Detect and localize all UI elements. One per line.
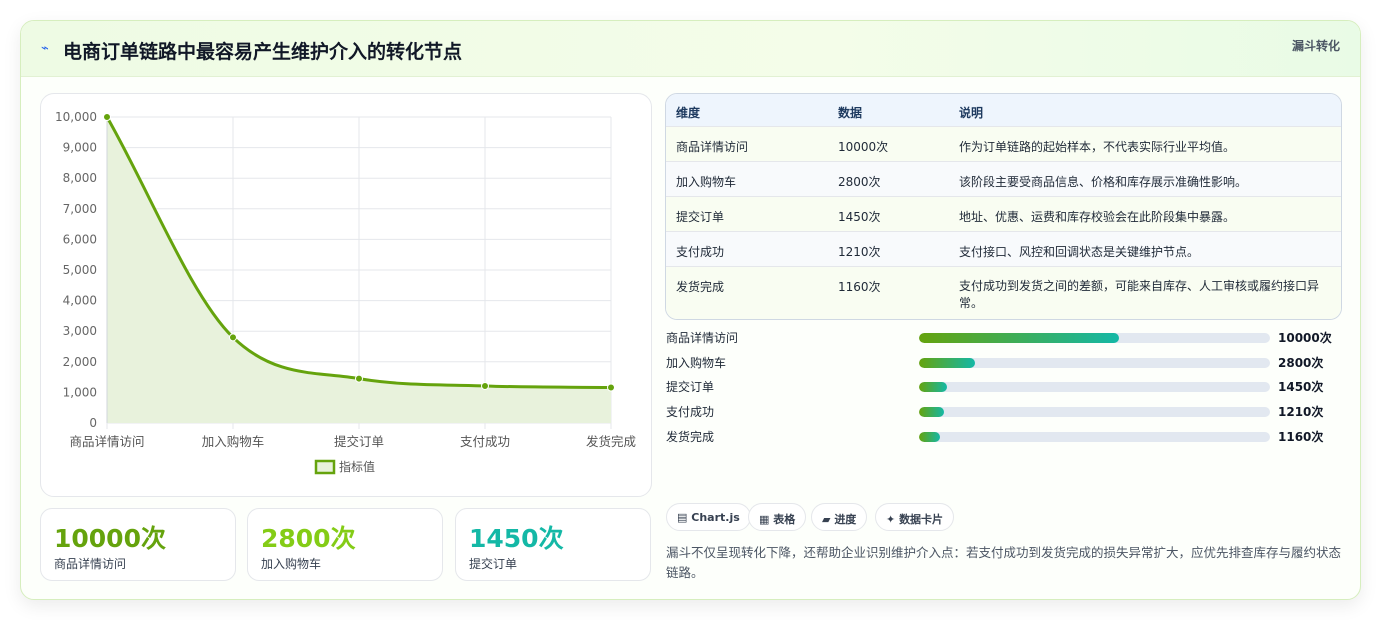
- kpi-card-2: 2800次 加入购物车: [247, 508, 443, 581]
- table-header-cell: 说明: [959, 106, 984, 120]
- progress-fill: [919, 382, 948, 393]
- x-tick-label: 发货完成: [586, 434, 636, 449]
- progress-track: [919, 431, 1270, 442]
- table-row: 商品详情访问 10000次 作为订单链路的起始样本，不代表实际行业平均值。: [666, 127, 1341, 162]
- table-cell-dim: 提交订单: [676, 210, 725, 224]
- data-point: [481, 381, 489, 390]
- progress-track: [919, 333, 1270, 343]
- progress-track: [919, 357, 1270, 368]
- pill-label: 数据卡片: [899, 513, 944, 526]
- table-tag-button[interactable]: ▦ 表格: [748, 503, 807, 531]
- chart-icon: ▤: [677, 511, 688, 524]
- legend-label: 指标值: [339, 459, 375, 474]
- kpi-value: 1450次: [469, 524, 564, 553]
- pill-label: Chart.js: [691, 511, 740, 524]
- table-header-row: 维度 数据 说明: [666, 94, 1341, 127]
- table-cell-data: 10000次: [838, 140, 889, 154]
- table-cell-dim: 加入购物车: [676, 175, 737, 189]
- progress-fill: [919, 431, 941, 442]
- table-cell-data: 1160次: [838, 280, 881, 294]
- kpi-card-1: 10000次 商品详情访问: [40, 508, 236, 581]
- table-row: 发货完成 1160次 支付成功到发货之间的差额，可能来自库存、人工审核或履约接口…: [666, 267, 1341, 319]
- progress-fill: [919, 333, 1120, 343]
- line-chart-svg: 0 1,000 2,000 3,000 4,000 5,000 6,000 7,000 8,00…: [55, 110, 636, 475]
- table-cell-desc: 该阶段主要受商品信息、价格和库存展示准确性影响。: [959, 175, 1248, 189]
- progress-value: 10000次: [1278, 331, 1332, 345]
- line-chart: 0 1,000 2,000 3,000 4,000 5,000 6,000 7,000 8,00…: [40, 93, 652, 497]
- page-title: 电商订单链路中最容易产生维护介入的转化节点: [63, 41, 463, 63]
- progress-label: 加入购物车: [666, 355, 727, 370]
- progress-value: 1210次: [1278, 405, 1324, 420]
- progress-label: 支付成功: [666, 405, 715, 420]
- data-point: [355, 374, 363, 383]
- table-cell-desc: 作为订单链路的起始样本，不代表实际行业平均值。: [959, 140, 1236, 154]
- progress-track: [919, 382, 1270, 393]
- y-tick-label: 8,000: [63, 171, 97, 185]
- progress-value: 2800次: [1278, 355, 1324, 370]
- data-table: 维度 数据 说明 商品详情访问 10000次 作为订单链路的起始样本，不代表实际…: [665, 93, 1342, 320]
- x-tick-label: 商品详情访问: [69, 434, 144, 449]
- y-tick-label: 6,000: [63, 232, 97, 246]
- y-tick-label: 10,000: [55, 110, 97, 124]
- y-tick-label: 3,000: [63, 324, 97, 338]
- legend-swatch: [314, 459, 336, 475]
- data-point: [229, 333, 237, 342]
- progress-value: 1160次: [1278, 429, 1324, 444]
- x-tick-label: 提交订单: [334, 434, 384, 449]
- table-cell-desc: 支付成功到发货之间的差额，可能来自库存、人工审核或履约接口异常。: [959, 279, 1320, 310]
- table-cell-desc: 支付接口、风控和回调状态是关键维护节点。: [959, 245, 1200, 259]
- data-point: [607, 383, 615, 392]
- funnel-card: ⌁ 电商订单链路中最容易产生维护介入的转化节点 漏斗转化 0 1,000 2,000…: [20, 20, 1361, 600]
- table-row: 支付成功 1210次 支付接口、风控和回调状态是关键维护节点。: [666, 232, 1341, 267]
- kpi-card-3: 1450次 提交订单: [455, 508, 651, 581]
- progress-fill: [919, 407, 944, 418]
- progress-label: 提交订单: [666, 380, 715, 395]
- kpi-label: 加入购物车: [261, 557, 322, 571]
- y-tick-label: 0: [89, 416, 97, 430]
- card-header: ⌁ 电商订单链路中最容易产生维护介入的转化节点 漏斗转化: [21, 21, 1360, 77]
- table-cell-desc: 地址、优惠、运费和库存校验会在此阶段集中暴露。: [959, 210, 1236, 224]
- progress-tag-button[interactable]: ▰ 进度: [811, 503, 868, 531]
- progress-label: 发货完成: [666, 429, 715, 444]
- table-cell-dim: 支付成功: [676, 245, 725, 259]
- table-cell-dim: 商品详情访问: [676, 140, 749, 154]
- kpi-value: 2800次: [261, 524, 356, 553]
- trend-line-icon: ⌁: [41, 41, 49, 56]
- y-tick-label: 9,000: [63, 141, 97, 155]
- y-tick-label: 4,000: [63, 294, 97, 308]
- table-header-cell: 数据: [838, 106, 863, 120]
- progress-value: 1450次: [1278, 380, 1324, 395]
- x-tick-label: 加入购物车: [202, 434, 265, 449]
- y-tick-label: 1,000: [63, 385, 97, 399]
- x-tick-label: 支付成功: [460, 434, 510, 449]
- table-icon: ▦: [759, 513, 770, 526]
- table-cell-dim: 发货完成: [676, 280, 725, 294]
- table-cell-data: 1210次: [838, 245, 881, 259]
- table-cell-data: 1450次: [838, 210, 881, 224]
- data-point: [103, 113, 111, 121]
- card-icon: ✦: [886, 513, 896, 526]
- progress-label: 商品详情访问: [666, 331, 739, 345]
- kpi-label: 商品详情访问: [54, 557, 127, 571]
- table-row: 加入购物车 2800次 该阶段主要受商品信息、价格和库存展示准确性影响。: [666, 162, 1341, 197]
- pill-label: 表格: [773, 513, 796, 526]
- progress-fill: [919, 357, 976, 368]
- progress-track: [919, 407, 1270, 418]
- kpi-label: 提交订单: [469, 557, 518, 571]
- table-cell-data: 2800次: [838, 175, 881, 189]
- data-card-tag-button[interactable]: ✦ 数据卡片: [875, 503, 955, 531]
- y-tick-label: 7,000: [63, 202, 97, 216]
- table-header-cell: 维度: [676, 106, 701, 120]
- category-tag: 漏斗转化: [1291, 39, 1340, 53]
- y-tick-label: 2,000: [63, 355, 97, 369]
- summary-note: 漏斗不仅呈现转化下降，还帮助企业识别维护介入点：若支付成功到发货完成的损失异常扩…: [666, 545, 1342, 580]
- table-row: 提交订单 1450次 地址、优惠、运费和库存校验会在此阶段集中暴露。: [666, 197, 1341, 232]
- chartjs-tag-button[interactable]: ▤ Chart.js: [666, 503, 751, 531]
- pill-label: 进度: [834, 513, 857, 526]
- y-tick-label: 5,000: [63, 263, 97, 277]
- progress-icon: ▰: [822, 513, 831, 526]
- kpi-value: 10000次: [54, 524, 166, 553]
